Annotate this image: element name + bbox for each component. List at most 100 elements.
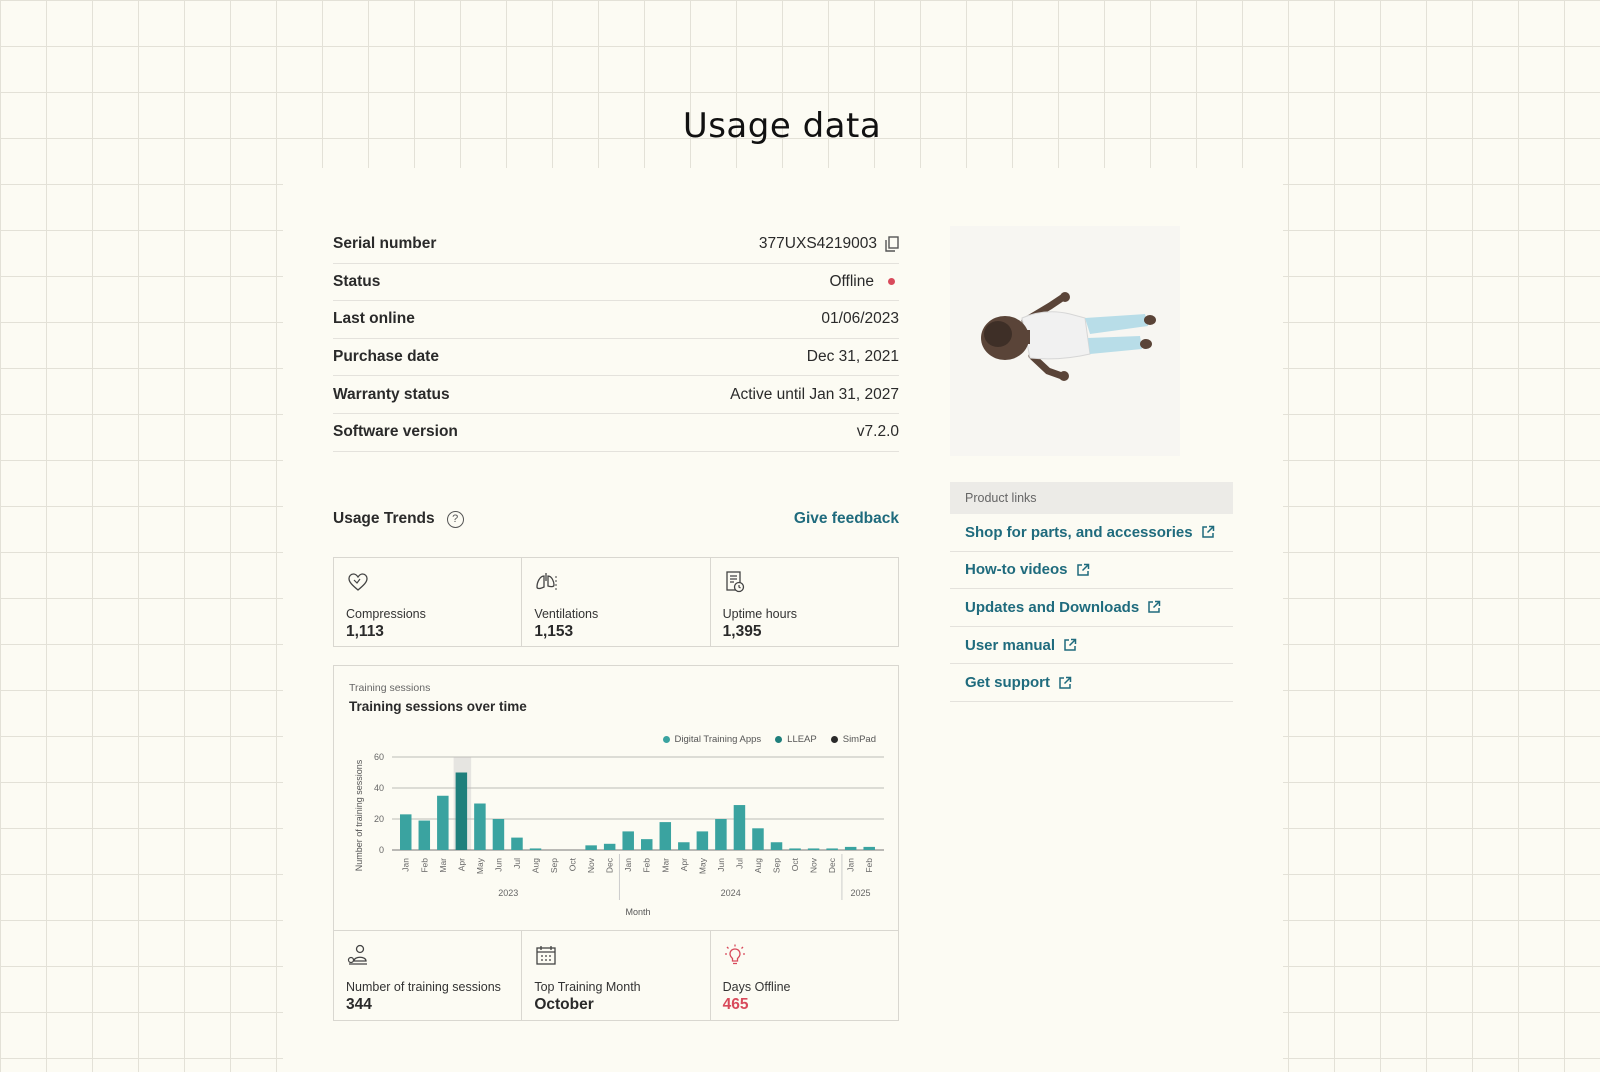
stat-label: Days Offline [722,980,791,994]
stat-label: Top Training Month [534,980,641,994]
bar [492,819,505,850]
bar [863,846,875,850]
link-label[interactable]: Updates and Downloads [965,599,1139,616]
detail-row-warranty-status: Warranty status Active until Jan 31, 202… [333,376,899,414]
stat-value: 344 [346,996,372,1013]
bar [752,828,764,850]
link-updates-downloads[interactable]: Updates and Downloads [950,589,1233,627]
x-tick-label: Feb [642,858,652,873]
serial-number-value: 377UXS4219003 [758,235,877,253]
bar [715,819,727,850]
external-link-icon [1076,563,1089,576]
stat-top-training-month: Top Training Month October [522,931,711,1020]
link-get-support[interactable]: Get support [950,664,1233,702]
x-tick-label: Oct [568,857,578,871]
detail-row-last-online: Last online 01/06/2023 [333,301,899,339]
detail-label: Last online [333,310,415,328]
warranty-status-value: Active until Jan 31, 2027 [730,385,899,403]
stat-days-offline: Days Offline 465 [711,931,898,1020]
external-link-icon [1064,638,1077,651]
x-tick-label: Mar [438,858,448,873]
stat-label: Compressions [346,607,426,621]
copy-icon[interactable] [885,236,899,252]
y-tick-label: 40 [374,783,384,793]
detail-label: Serial number [333,235,437,253]
stat-label: Ventilations [534,607,599,621]
x-tick-label: Jan [623,858,633,872]
x-tick-label: Mar [660,858,670,873]
year-label: 2024 [721,888,741,898]
bar [418,820,431,850]
bar [807,848,820,850]
link-user-manual[interactable]: User manual [950,627,1233,665]
status-value: Offline [829,272,874,290]
link-how-to-videos[interactable]: How-to videos [950,552,1233,590]
y-tick-label: 0 [379,845,384,855]
x-tick-label: Feb [419,858,429,873]
stat-value-days-offline: 465 [722,996,749,1013]
stat-label: Number of training sessions [346,980,501,994]
y-tick-label: 60 [374,752,384,762]
y-tick-label: 20 [374,814,384,824]
bar [622,831,634,850]
x-tick-label: Dec [605,857,615,873]
software-version-value: v7.2.0 [856,423,899,441]
x-tick-label: Apr [456,858,466,871]
x-tick-label: Sep [549,858,559,873]
year-label: 2023 [498,888,518,898]
x-tick-label: Dec [827,857,837,873]
help-icon[interactable]: ? [446,510,464,528]
product-links: Product links Shop for parts, and access… [950,482,1233,702]
bar [641,839,653,850]
bar-chart-svg: 0 20 40 60 Number of training sessions Jan Feb… [354,752,884,917]
clock-document-icon [726,571,744,593]
bar [437,795,449,850]
external-link-icon [1201,526,1214,539]
x-tick-label: Sep [772,858,782,873]
status-offline-dot [888,278,895,286]
bar [826,848,838,850]
x-tick-label: Jan [401,858,411,872]
bar [789,848,801,850]
give-feedback-link[interactable]: Give feedback [773,510,899,528]
bar [659,822,672,850]
link-shop-parts[interactable]: Shop for parts, and accessories [950,514,1233,552]
person-location-icon [347,944,367,965]
usage-stats-bottom: Number of training sessions 344 Top Trai… [333,930,899,1021]
link-label[interactable]: Shop for parts, and accessories [965,524,1193,541]
stat-value: 1,153 [534,623,574,640]
heart-icon [348,573,368,591]
lungs-icon [536,573,557,590]
detail-row-serial-number: Serial number 377UXS4219003 [333,226,899,264]
product-image [950,226,1180,456]
detail-value-wrap: Offline [829,273,899,291]
product-links-header: Product links [950,482,1233,514]
bar [400,814,412,850]
x-tick-label: Jul [512,858,522,869]
x-tick-label: Apr [679,858,689,871]
x-tick-label: Jul [734,858,744,869]
x-axis-label: Month [625,907,650,917]
link-label[interactable]: How-to videos [965,561,1068,578]
page-title: Usage data [682,106,882,146]
y-axis-label: Number of training sessions [354,759,364,871]
bar [474,803,486,850]
calendar-icon [536,946,556,965]
stat-uptime-hours: Uptime hours 1,395 [711,558,898,646]
x-tick-label: Feb [864,858,874,873]
external-link-icon [1148,601,1161,614]
bar [585,845,597,850]
x-tick-label: Nov [586,857,596,873]
link-label[interactable]: Get support [965,674,1050,691]
stat-training-sessions: Number of training sessions 344 [334,931,523,1020]
x-tick-label: Aug [531,858,541,873]
detail-row-purchase-date: Purchase date Dec 31, 2021 [333,339,899,377]
year-label: 2025 [850,888,870,898]
detail-label: Warranty status [333,385,450,403]
stat-compressions: Compressions 1,113 [334,558,523,646]
last-online-value: 01/06/2023 [821,310,899,328]
usage-trends-title: Usage Trends [333,510,435,527]
stat-ventilations: Ventilations 1,153 [522,558,711,646]
link-label[interactable]: User manual [965,637,1055,654]
x-tick-label: Oct [790,857,800,871]
